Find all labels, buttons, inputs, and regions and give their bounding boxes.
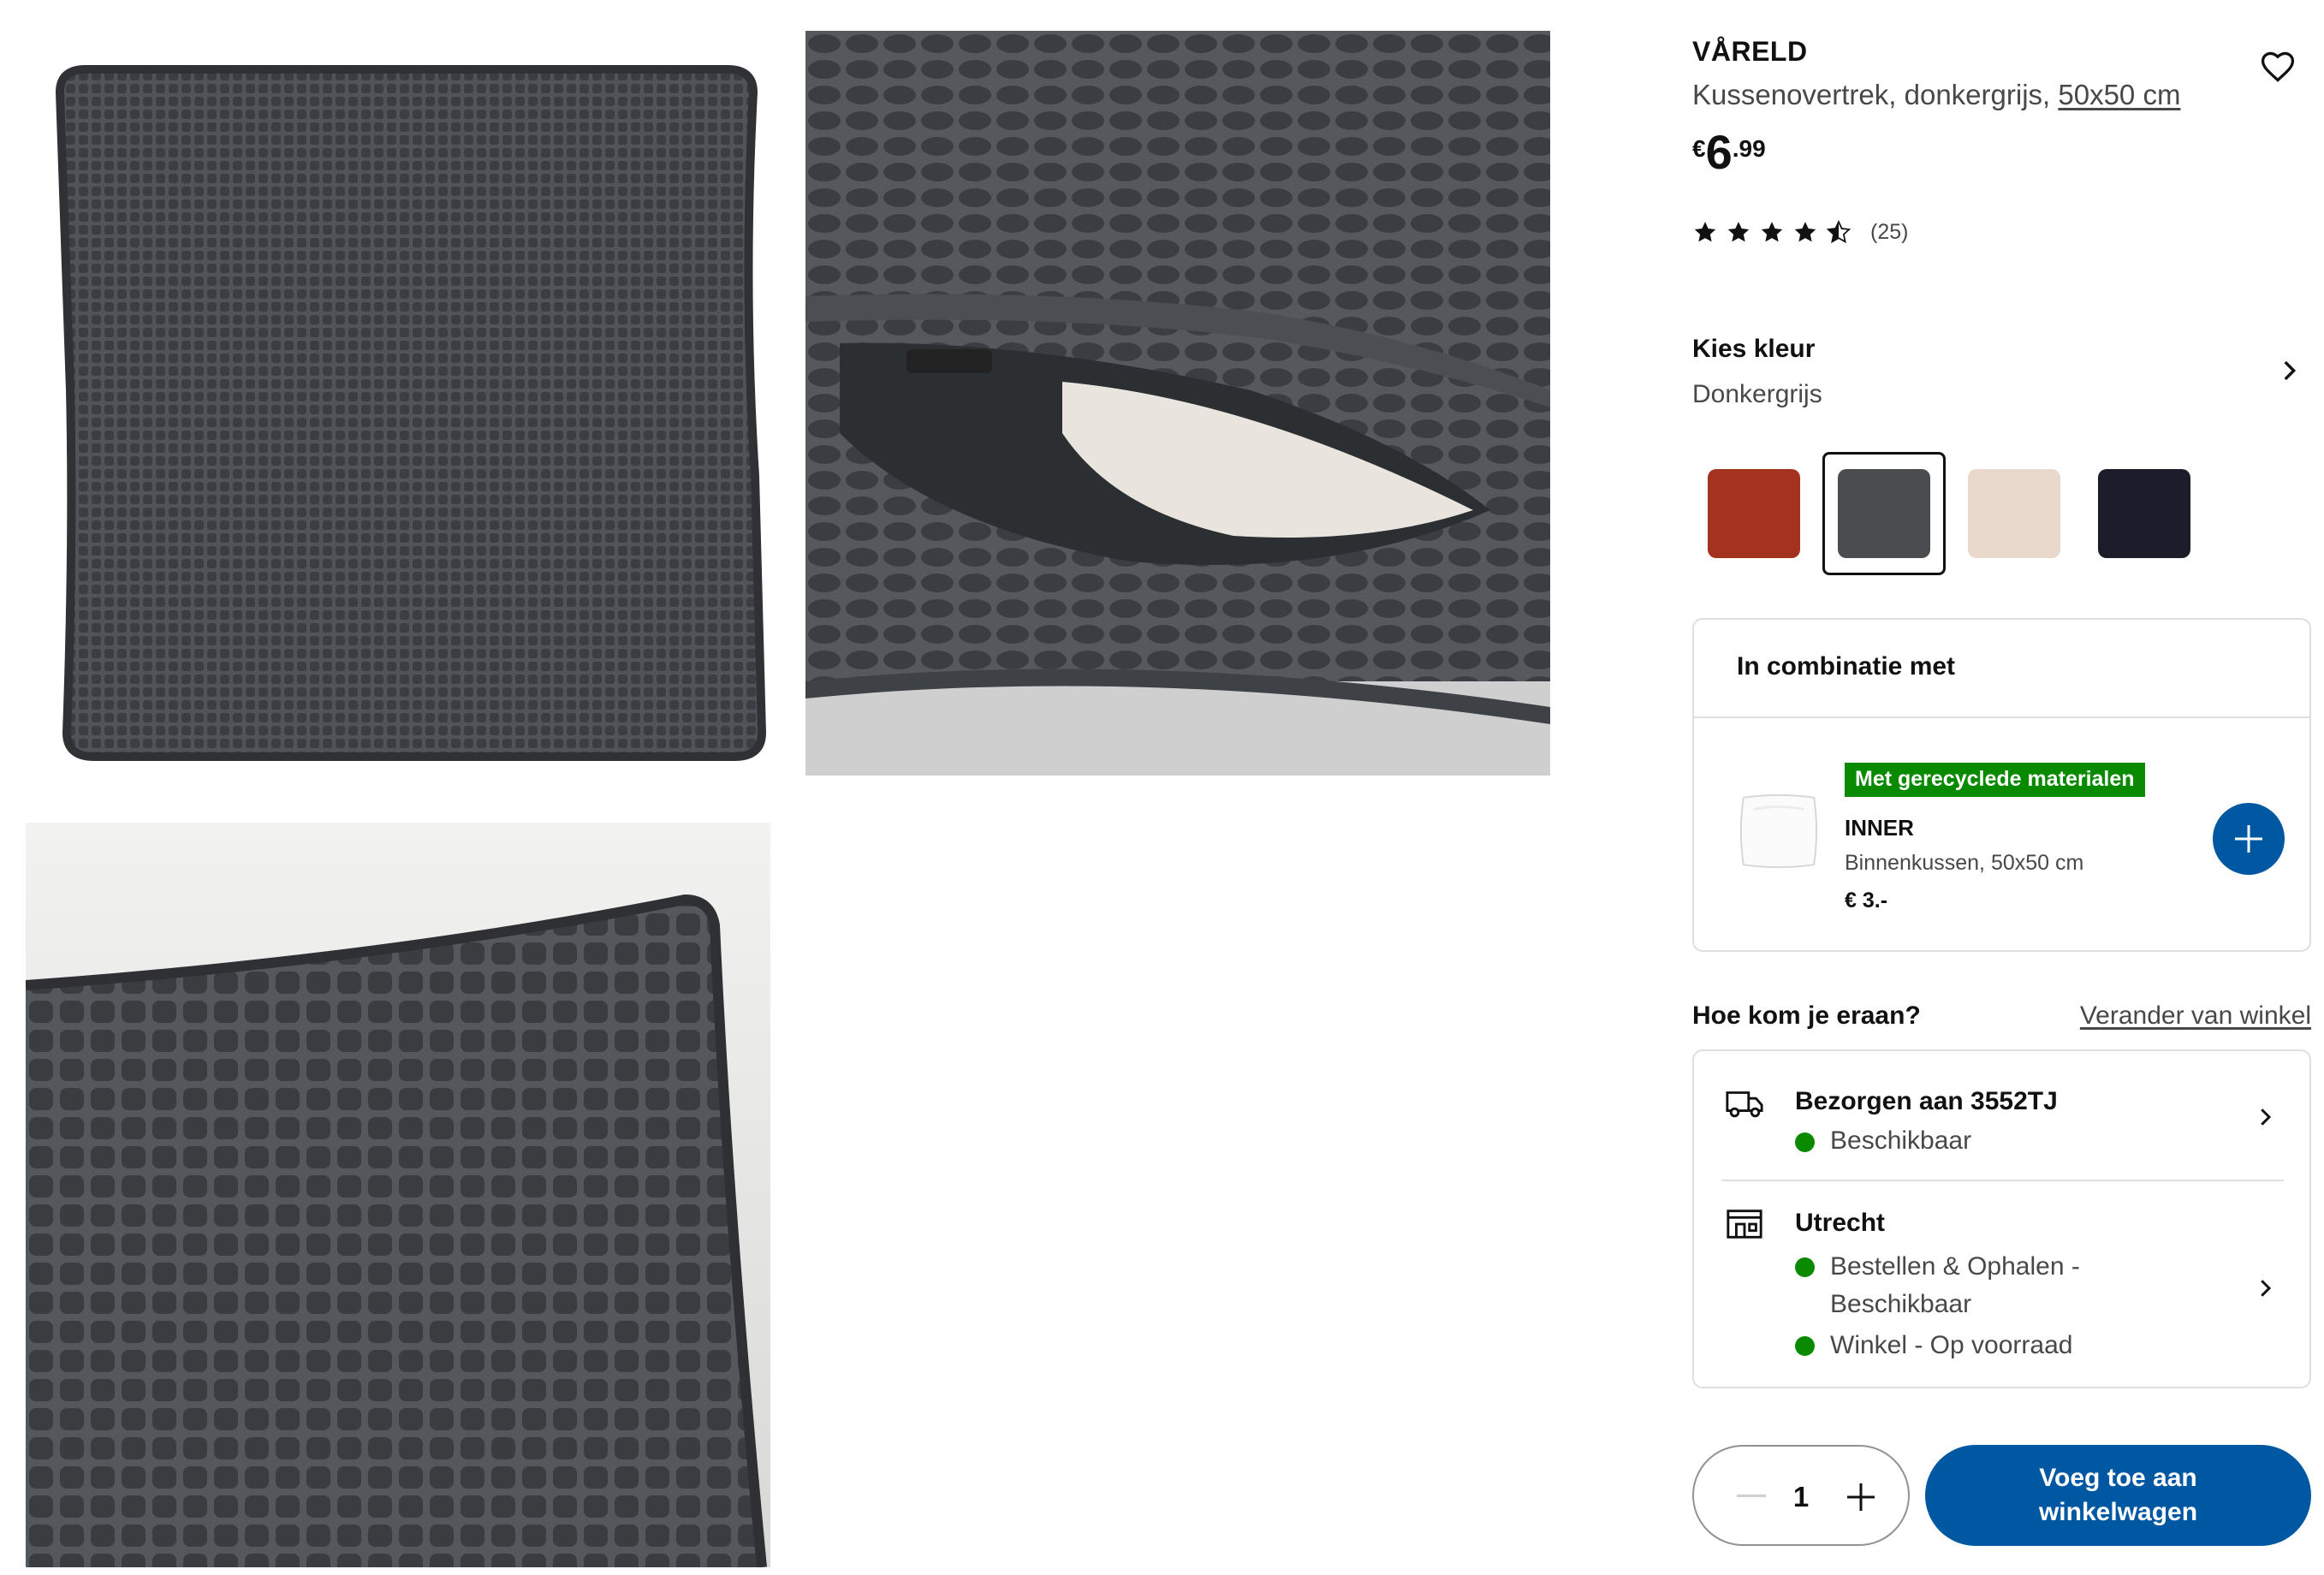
availability-title: Hoe kom je eraan? [1692,1001,1921,1030]
store-status-click-collect: Bestellen & Ophalen - Beschikbaar [1795,1248,2086,1323]
half-star-icon [1826,220,1851,244]
swatch-image [1708,469,1800,558]
product-image-corner[interactable] [26,823,770,1567]
truck-icon [1726,1091,1763,1118]
color-swatch-dark-grey[interactable] [1822,452,1946,575]
color-swatches [1692,452,2223,575]
product-image-zipper[interactable] [805,31,1550,776]
star-icon [1727,222,1750,242]
recycled-badge: Met gerecyclede materialen [1845,763,2145,797]
color-picker-title: Kies kleur [1692,335,1816,363]
star-icon [1794,222,1816,242]
status-dot [1795,1336,1815,1356]
combination-title: In combinatie met [1737,652,1956,681]
store-status-2-text: Winkel - Op voorraad [1830,1331,2073,1359]
delivery-title: Bezorgen aan 3552TJ [1795,1087,2058,1115]
combination-card: In combinatie met Met gerecyclede materi… [1692,618,2311,952]
quantity-stepper: 1 [1692,1445,1910,1546]
delivery-status-text: Beschikbaar [1830,1126,1972,1155]
color-swatch-red[interactable] [1692,452,1816,575]
cushion-zipper-illustration [805,31,1550,776]
rating-stars [1692,219,1851,245]
price-integer: 6 [1705,125,1733,179]
quantity-value[interactable]: 1 [1694,1481,1908,1513]
product-description: Kussenovertrek, donkergrijs, 50x50 cm [1692,79,2180,111]
change-store-link[interactable]: Verander van winkel [2080,1001,2311,1031]
combination-product-description: Binnenkussen, 50x50 cm [1845,851,2084,875]
chevron-right-icon[interactable] [2252,1275,2278,1301]
product-description-text: Kussenovertrek, donkergrijs, [1692,79,2059,110]
delivery-status: Beschikbaar [1795,1126,1971,1156]
rating[interactable]: (25) [1692,217,1908,247]
swatch-image [1968,469,2060,558]
inner-cushion-image[interactable] [1737,789,1821,873]
heart-icon[interactable] [2259,48,2297,86]
availability-card: Bezorgen aan 3552TJ Beschikbaar Utrecht … [1692,1049,2311,1388]
chevron-right-icon[interactable] [2252,1104,2278,1130]
product-image-front[interactable] [26,31,769,774]
store-status-1-text: Bestellen & Ophalen - Beschikbaar [1830,1252,2080,1318]
color-swatch-dark-blue[interactable] [2083,452,2206,575]
status-dot [1795,1257,1815,1277]
swatch-image [1838,469,1930,558]
cushion-front-illustration [55,65,767,761]
increase-quantity-button[interactable] [1846,1483,1875,1512]
store-icon [1727,1209,1762,1239]
swatch-image [2098,469,2190,558]
product-price: €6.99 [1692,128,1766,176]
combination-product-name[interactable]: INNER [1845,815,1914,841]
star-icon [1694,222,1716,242]
status-dot [1795,1132,1815,1152]
product-name: VÅRELD [1692,36,1808,67]
combination-product-price: € 3.- [1845,889,1888,912]
color-swatch-beige[interactable] [1953,452,2076,575]
price-currency: € [1692,135,1706,162]
chevron-right-icon[interactable] [2274,356,2303,385]
product-panel: VÅRELD Kussenovertrek, donkergrijs, 50x5… [1692,0,2311,1575]
store-title: Utrecht [1795,1209,1886,1237]
star-icon [1761,222,1783,242]
color-picker-selected: Donkergrijs [1692,380,1822,408]
rating-count: (25) [1870,219,1909,244]
size-link[interactable]: 50x50 cm [2058,79,2180,110]
store-status-stock: Winkel - Op voorraad [1795,1327,2072,1364]
add-combination-button[interactable] [2213,803,2285,875]
price-decimal: .99 [1732,135,1766,162]
divider [1694,716,2309,718]
cushion-corner-illustration [26,823,770,1567]
add-to-cart-button[interactable]: Voeg toe aan winkelwagen [1925,1445,2311,1546]
